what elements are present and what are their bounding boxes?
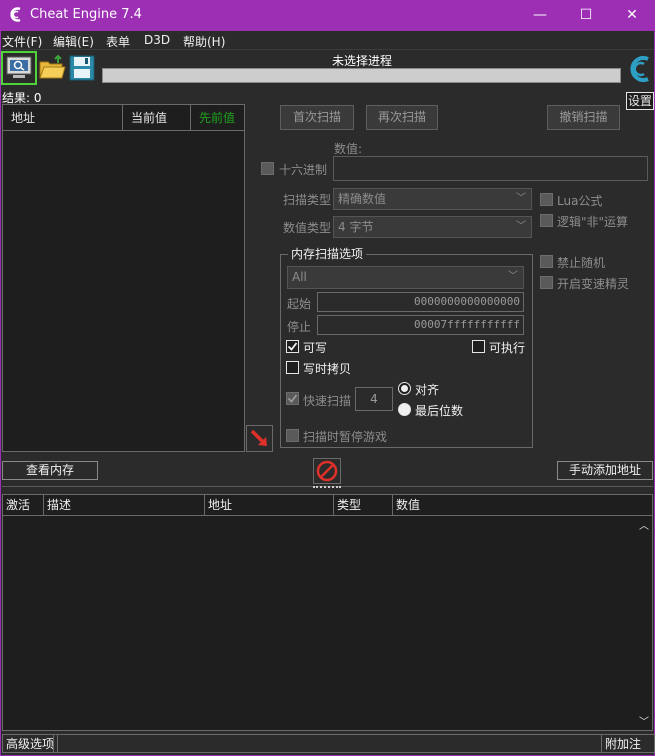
chevron-down-icon: ﹀ [516,193,526,204]
pause-game-checkbox[interactable] [286,429,299,442]
scroll-up-icon[interactable]: ︿ [639,517,649,532]
cheat-table[interactable]: 激活 描述 地址 类型 数值 ︿ ﹀ [2,494,653,731]
first-scan-button[interactable]: 首次扫描 [280,105,354,130]
open-process-button[interactable] [1,51,37,85]
advanced-options-button[interactable]: 高级选项 [2,734,59,753]
scan-type-value: 精确数值 [338,192,387,206]
menu-table[interactable]: 表单 [106,33,130,50]
lua-formula-label: Lua公式 [557,194,603,208]
scan-progress-bar [102,68,621,83]
hex-label: 十六进制 [279,163,328,177]
column-value[interactable]: 数值 [393,495,652,516]
menu-edit[interactable]: 编辑(E) [53,33,94,50]
lua-formula-checkbox[interactable] [540,193,553,206]
disable-random-label: 禁止随机 [557,256,606,270]
save-disk-icon[interactable] [68,54,96,82]
settings-button[interactable]: 设置 [626,92,654,110]
close-button[interactable]: ✕ [609,0,655,31]
minimize-icon: — [533,7,547,23]
next-scan-button[interactable]: 再次扫描 [366,105,438,130]
clear-list-button[interactable] [313,458,341,484]
cheat-engine-app-icon [10,7,21,22]
writable-label: 可写 [303,341,328,355]
column-address[interactable]: 地址 [3,105,123,131]
memory-region-select[interactable]: All ﹀ [287,266,524,289]
window-title: Cheat Engine 7.4 [30,7,142,22]
vertical-scrollbar[interactable]: ︿ ﹀ [636,517,652,730]
menu-file[interactable]: 文件(F) [2,33,42,50]
value-label: 数值: [334,142,363,156]
value-type-select[interactable]: 4 字节 ﹀ [333,216,532,238]
speedhack-label: 开启变速精灵 [557,277,630,291]
column-description[interactable]: 描述 [44,495,205,516]
fast-scan-label: 快速扫描 [303,394,352,408]
align-radio[interactable] [398,382,411,395]
chevron-down-icon: ﹀ [516,221,526,232]
chevron-down-icon: ﹀ [508,271,518,282]
undo-scan-button[interactable]: 撤销扫描 [547,105,620,130]
checkmark-icon [287,394,298,403]
value-input[interactable] [333,156,648,181]
found-address-list[interactable]: 地址 当前值 先前值 [2,104,245,452]
add-selected-to-list-button[interactable] [246,425,273,452]
copy-on-write-checkbox[interactable] [286,361,299,374]
splitter-grip-icon[interactable] [313,486,341,489]
table-extras-button[interactable]: 附加注释 [601,734,655,753]
no-entry-icon [316,460,338,482]
column-active[interactable]: 激活 [3,495,44,516]
memory-scan-options-title: 内存扫描选项 [288,245,367,262]
add-address-manually-button[interactable]: 手动添加地址 [557,461,653,480]
disable-random-checkbox[interactable] [540,255,553,268]
status-bar-middle [53,734,602,753]
copy-on-write-label: 写时拷贝 [303,362,352,376]
last-digits-label: 最后位数 [415,404,464,418]
fast-scan-alignment-input[interactable]: 4 [355,387,393,411]
menu-bar [1,31,654,50]
menu-help[interactable]: 帮助(H) [183,33,225,50]
stop-label: 停止 [287,320,312,334]
computer-icon [6,56,32,78]
memory-region-value: All [292,270,307,284]
last-digits-radio[interactable] [398,403,411,416]
cheat-engine-logo-icon[interactable] [626,53,655,91]
red-arrow-icon [250,429,267,446]
menu-d3d[interactable]: D3D [144,33,170,47]
maximize-button[interactable]: ☐ [563,0,609,31]
column-previous-value[interactable]: 先前值 [191,105,245,131]
executable-checkbox[interactable] [472,340,485,353]
value-type-value: 4 字节 [338,220,374,234]
column-current-value[interactable]: 当前值 [123,105,191,131]
column-address[interactable]: 地址 [205,495,334,516]
open-folder-icon[interactable] [38,54,66,82]
column-type[interactable]: 类型 [334,495,393,516]
checkmark-icon [287,342,298,351]
scroll-down-icon[interactable]: ﹀ [639,713,649,728]
not-logic-label: 逻辑"非"运算 [557,215,629,229]
align-label: 对齐 [415,383,440,397]
writable-checkbox[interactable] [286,340,299,353]
speedhack-checkbox[interactable] [540,276,553,289]
value-type-label: 数值类型 [283,221,332,235]
hex-checkbox[interactable] [261,162,274,175]
fast-scan-checkbox[interactable] [286,392,299,405]
minimize-button[interactable]: — [517,0,563,31]
stop-address-input[interactable]: 00007fffffffffff [317,315,524,335]
start-label: 起始 [287,297,312,311]
scan-type-select[interactable]: 精确数值 ﹀ [333,188,532,210]
scan-type-label: 扫描类型 [283,193,332,207]
close-icon: ✕ [626,7,638,23]
maximize-icon: ☐ [579,7,593,23]
view-memory-button[interactable]: 查看内存 [2,461,98,480]
not-logic-checkbox[interactable] [540,214,553,227]
pause-game-label: 扫描时暂停游戏 [303,430,388,444]
start-address-input[interactable]: 0000000000000000 [317,292,524,312]
executable-label: 可执行 [489,341,526,355]
process-title: 未选择进程 [331,54,392,68]
